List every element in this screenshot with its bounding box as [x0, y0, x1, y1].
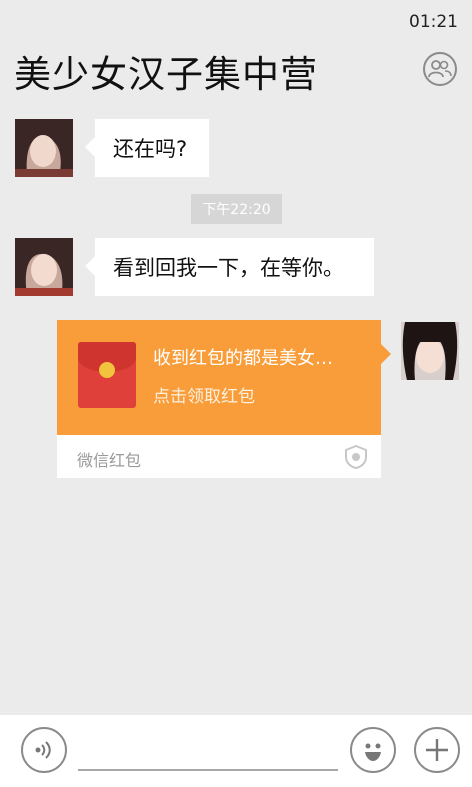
red-envelope-icon [78, 342, 136, 408]
group-members-button[interactable] [423, 52, 457, 86]
avatar[interactable] [401, 322, 459, 380]
red-packet-brand: 微信红包 [77, 451, 142, 470]
message-bubble[interactable]: 还在吗? [85, 119, 209, 177]
message-bubble[interactable]: 看到回我一下，在等你。 [85, 238, 374, 296]
message-input[interactable] [78, 729, 338, 771]
voice-button[interactable] [21, 727, 67, 773]
shield-icon [345, 444, 367, 470]
status-time: 01:21 [409, 12, 458, 32]
chat-title: 美少女汉子集中营 [14, 53, 318, 96]
add-button[interactable] [414, 727, 460, 773]
red-packet-title: 收到红包的都是美女… [153, 348, 333, 369]
plus-icon [426, 739, 448, 761]
message-text: 看到回我一下，在等你。 [113, 256, 344, 280]
red-packet-card[interactable]: 收到红包的都是美女… 点击领取红包 微信红包 [57, 320, 391, 478]
input-bar [0, 715, 472, 787]
avatar[interactable] [15, 119, 73, 177]
message-timestamp: 下午22:20 [191, 194, 282, 224]
emoji-icon [365, 743, 381, 761]
group-members-icon [428, 60, 452, 78]
red-packet-footer: 微信红包 [57, 435, 381, 478]
voice-icon [35, 741, 51, 759]
message-text: 还在吗? [113, 137, 188, 161]
red-packet-subtitle: 点击领取红包 [153, 387, 255, 407]
avatar[interactable] [15, 238, 73, 296]
red-packet-header: 收到红包的都是美女… 点击领取红包 [57, 320, 391, 435]
emoji-button[interactable] [350, 727, 396, 773]
